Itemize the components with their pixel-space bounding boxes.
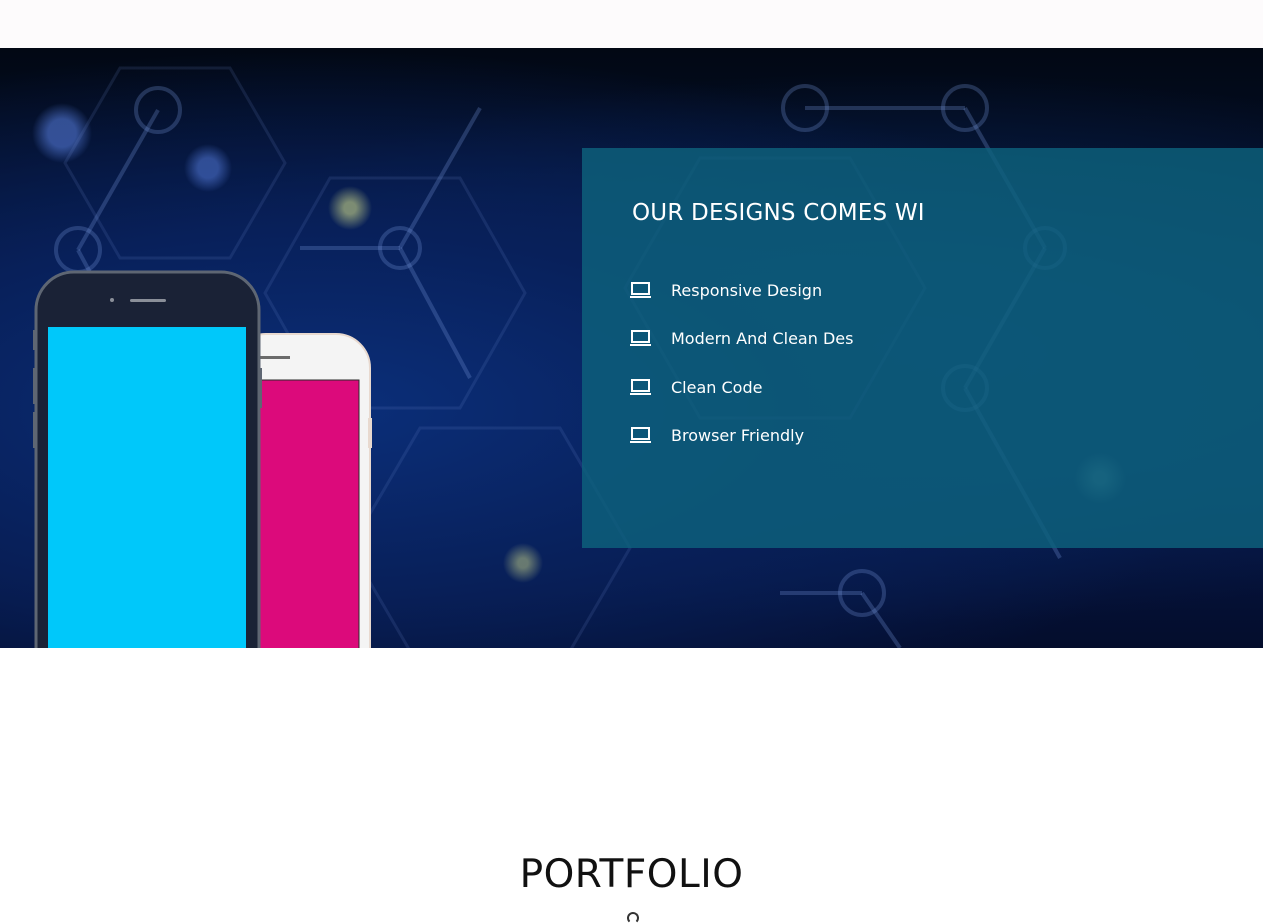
section-divider-ornament [627,912,639,924]
feature-item: Clean Code [630,375,762,399]
feature-item: Browser Friendly [630,423,804,447]
laptop-icon [630,425,652,445]
features-panel: OUR DESIGNS COMES WI Responsive Design M… [582,148,1263,548]
laptop-icon [630,328,652,348]
feature-label: Responsive Design [671,280,823,300]
feature-item: Responsive Design [630,278,822,302]
feature-item: Modern And Clean Des [630,326,853,350]
top-navbar [0,0,1263,48]
dark-phone-mockup [33,270,262,648]
phone-mockups-illustration [33,270,372,648]
laptop-icon [630,377,652,397]
laptop-icon [630,280,652,300]
feature-label: Browser Friendly [671,425,805,445]
features-hero-section: OUR DESIGNS COMES WI Responsive Design M… [0,48,1263,648]
feature-label: Clean Code [671,377,763,397]
feature-label: Modern And Clean Des [671,328,854,348]
portfolio-title: PORTFOLIO [519,852,744,897]
features-heading: OUR DESIGNS COMES WI [632,200,925,226]
